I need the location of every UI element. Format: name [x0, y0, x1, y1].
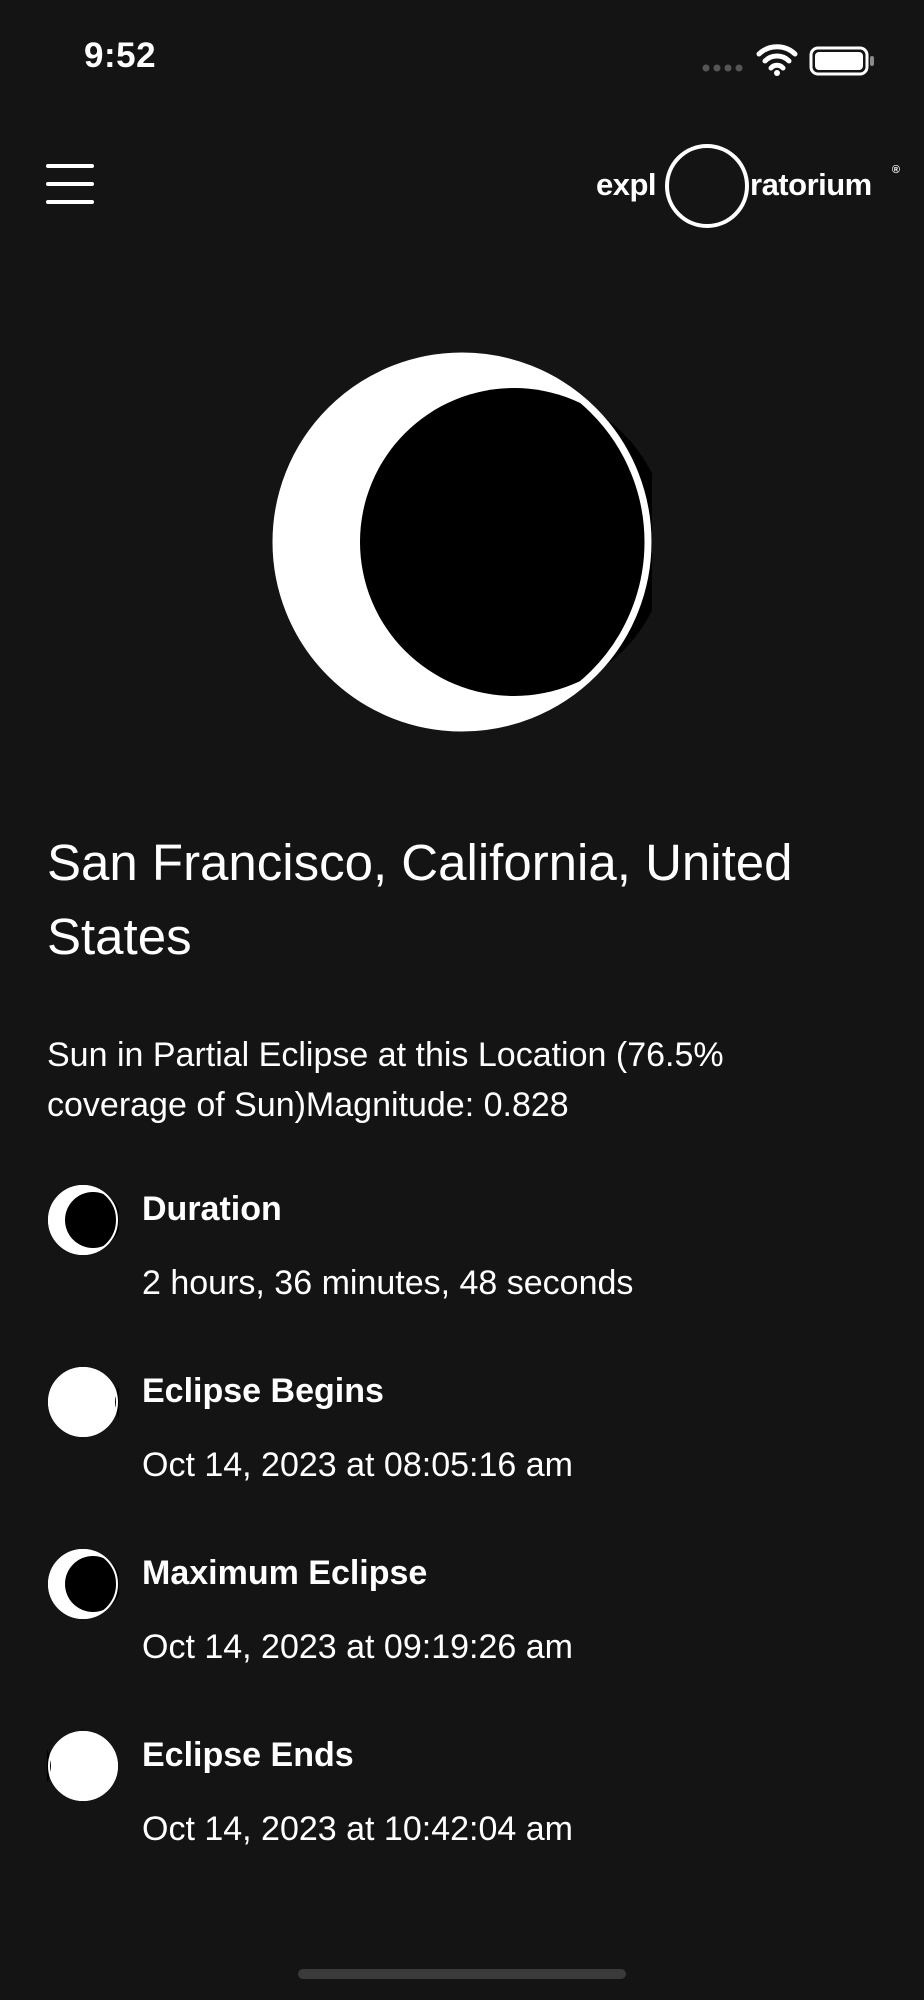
event-duration: Duration 2 hours, 36 minutes, 48 seconds — [47, 1180, 877, 1330]
partial-eclipse-icon — [47, 1184, 121, 1256]
eclipse-begins-icon — [47, 1366, 187, 1438]
location-title: San Francisco, California, United States — [47, 834, 793, 965]
event-value: 2 hours, 36 minutes, 48 seconds — [142, 1264, 634, 1302]
battery-icon — [809, 46, 874, 76]
home-indicator[interactable] — [298, 1969, 626, 1979]
event-label: Eclipse Begins — [142, 1372, 384, 1410]
logo-text-right: ratorium — [750, 167, 872, 202]
wifi-icon — [756, 44, 798, 76]
hamburger-menu-icon[interactable] — [46, 164, 96, 206]
status-icons — [700, 42, 880, 78]
event-maximum-eclipse: Maximum Eclipse Oct 14, 2023 at 09:19:26… — [47, 1544, 877, 1694]
maximum-eclipse-icon — [47, 1548, 121, 1620]
event-label: Eclipse Ends — [142, 1736, 354, 1774]
eclipse-ends-icon — [0, 1730, 119, 1802]
event-eclipse-ends: Eclipse Ends Oct 14, 2023 at 10:42:04 am — [0, 1726, 877, 1876]
exploratorium-logo: expl ratorium ® — [596, 142, 900, 228]
logo-ring — [665, 144, 749, 228]
logo-registered-mark: ® — [891, 164, 900, 176]
coverage-text: Sun in Partial Eclipse at this Location … — [47, 1036, 724, 1124]
partial-eclipse-icon — [272, 352, 668, 732]
event-value: Oct 14, 2023 at 10:42:04 am — [142, 1810, 573, 1848]
status-time: 9:52 — [84, 36, 157, 75]
app-header: expl ratorium ® — [0, 120, 924, 250]
event-value: Oct 14, 2023 at 09:19:26 am — [142, 1628, 573, 1666]
event-label: Duration — [142, 1190, 282, 1228]
event-value: Oct 14, 2023 at 08:05:16 am — [142, 1446, 573, 1484]
event-label: Maximum Eclipse — [142, 1554, 428, 1592]
status-bar: 9:52 — [0, 0, 924, 120]
logo-text-left: expl — [596, 167, 657, 202]
signal-icon — [702, 64, 743, 72]
event-eclipse-begins: Eclipse Begins Oct 14, 2023 at 08:05:16 … — [47, 1362, 877, 1512]
